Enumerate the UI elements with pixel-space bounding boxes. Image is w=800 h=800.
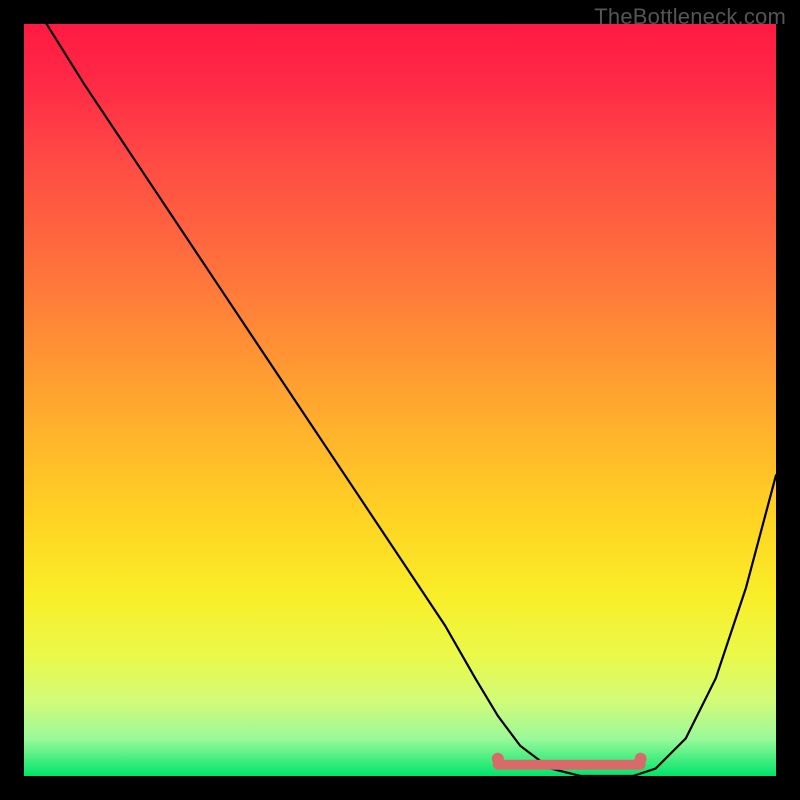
curve-endpoint-left — [492, 753, 504, 765]
curve-layer — [24, 24, 776, 776]
curve-endpoint-right — [635, 753, 647, 765]
chart-frame: TheBottleneck.com — [0, 0, 800, 800]
bottleneck-curve — [47, 24, 776, 776]
watermark-text: TheBottleneck.com — [594, 4, 786, 30]
